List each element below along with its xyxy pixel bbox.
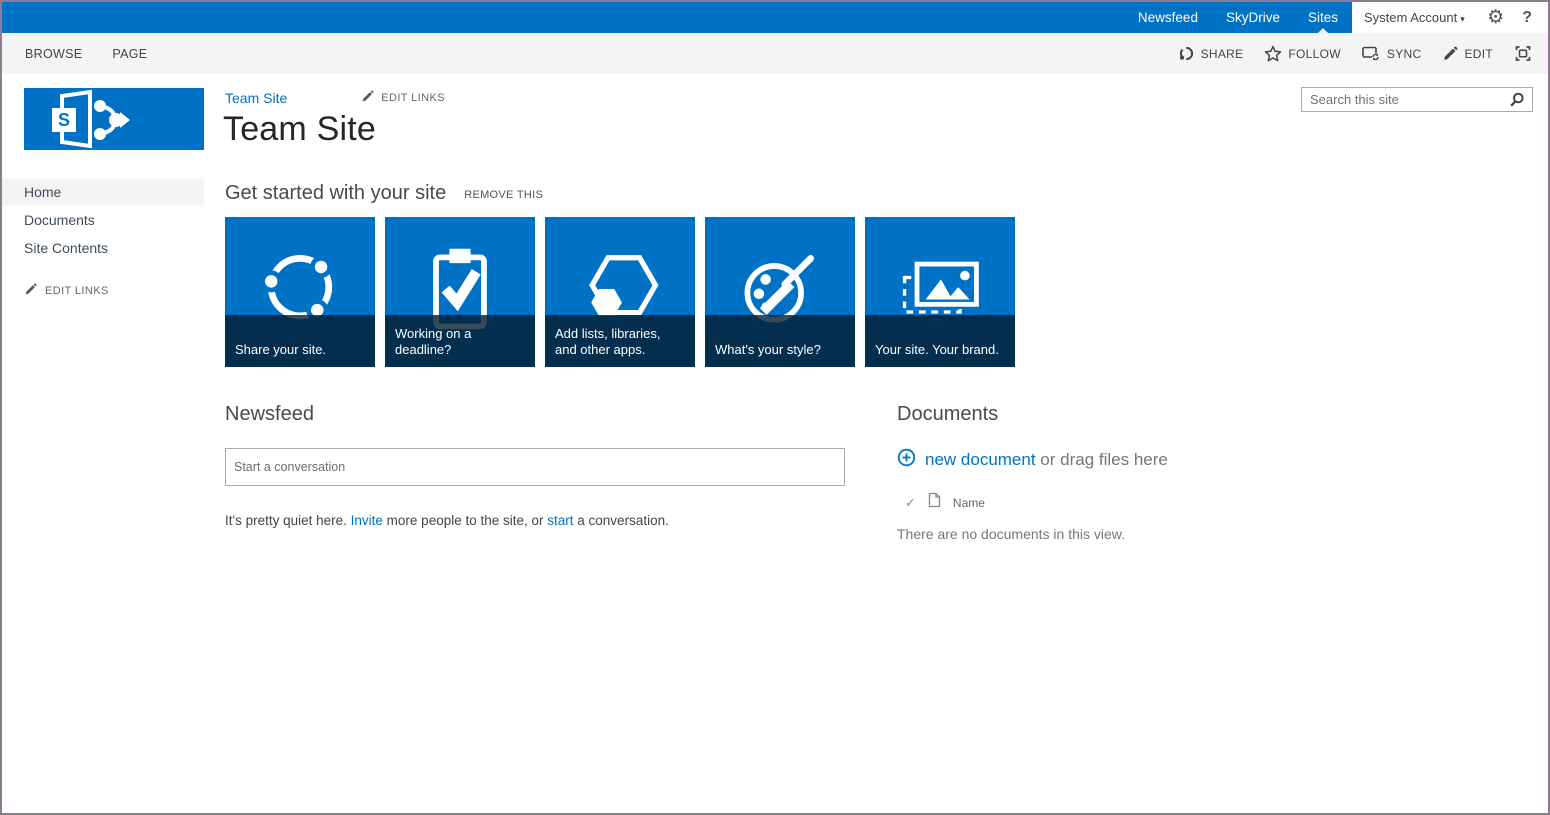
help-icon[interactable]: ?	[1516, 9, 1538, 27]
share-button[interactable]: SHARE	[1178, 45, 1244, 62]
select-all-checkmark-icon[interactable]: ✓	[905, 495, 916, 511]
tile-working-on-deadline[interactable]: Working on a deadline?	[385, 217, 535, 367]
tile-add-apps[interactable]: Add lists, libraries, and other apps.	[545, 217, 695, 367]
tile-deadline-label: Working on a deadline?	[395, 326, 472, 357]
sync-button[interactable]: SYNC	[1362, 46, 1422, 62]
browser-window: Newsfeed SkyDrive Sites System Account ▾ …	[0, 0, 1550, 815]
edit-label: EDIT	[1464, 46, 1493, 61]
sidebar-item-home[interactable]: Home	[2, 179, 204, 205]
new-document-row: new document or drag files here	[897, 448, 1377, 472]
breadcrumb: Team Site EDIT LINKS	[225, 90, 445, 106]
documents-title: Documents	[897, 403, 999, 425]
newsfeed-webpart: Newsfeed It's pretty quiet here. Invite …	[225, 403, 845, 528]
getting-started-tiles: Share your site. Working on a deadline? …	[225, 217, 1015, 367]
sidebar-item-site-contents[interactable]: Site Contents	[2, 235, 204, 261]
tile-your-site-your-brand[interactable]: Your site. Your brand.	[865, 217, 1015, 367]
sidebar-nav: Home Documents Site Contents EDIT LINKS	[2, 179, 204, 299]
documents-webpart: Documents new document or drag files her…	[897, 403, 1377, 542]
tile-caption: Working on a deadline?	[385, 315, 535, 367]
sidebar-edit-links[interactable]: EDIT LINKS	[24, 283, 204, 299]
quiet-text-1: It's pretty quiet here.	[225, 513, 351, 528]
follow-button[interactable]: FOLLOW	[1264, 45, 1341, 62]
sidebar-item-documents[interactable]: Documents	[2, 207, 204, 233]
chevron-down-icon: ▾	[1460, 14, 1465, 24]
invite-link[interactable]: Invite	[351, 513, 383, 528]
circle-plus-icon[interactable]	[897, 448, 916, 472]
quiet-text-3: a conversation.	[573, 513, 669, 528]
edit-button[interactable]: EDIT	[1442, 46, 1493, 62]
getting-started-header: Get started with your site REMOVE THIS	[225, 182, 543, 205]
search-box	[1301, 87, 1533, 112]
suite-links: Newsfeed SkyDrive Sites	[1124, 2, 1352, 33]
top-edit-links-label: EDIT LINKS	[381, 92, 445, 104]
breadcrumb-team-site-link[interactable]: Team Site	[225, 90, 287, 106]
pencil-icon	[361, 90, 374, 106]
pencil-icon	[24, 283, 37, 299]
suite-link-newsfeed[interactable]: Newsfeed	[1124, 2, 1212, 33]
tile-apps-label: Add lists, libraries, and other apps.	[555, 326, 661, 357]
tile-share-label: Share your site.	[235, 342, 327, 357]
tile-brand-label: Your site. Your brand.	[875, 342, 999, 357]
sidebar-item-home-label: Home	[24, 184, 62, 200]
account-menu[interactable]: System Account ▾	[1364, 10, 1479, 25]
sync-label: SYNC	[1386, 46, 1422, 61]
share-label: SHARE	[1200, 46, 1244, 61]
tile-caption: Your site. Your brand.	[865, 315, 1015, 367]
tab-browse[interactable]: BROWSE	[25, 47, 82, 61]
suite-bar-right: System Account ▾ ⚙ ?	[1352, 2, 1548, 33]
page-title: Team Site	[223, 110, 376, 148]
documents-empty-message: There are no documents in this view.	[897, 526, 1126, 542]
start-conversation-link[interactable]: start	[547, 513, 573, 528]
getting-started-title: Get started with your site	[225, 182, 447, 204]
tile-caption: What's your style?	[705, 315, 855, 367]
suite-link-skydrive[interactable]: SkyDrive	[1212, 2, 1294, 33]
account-label: System Account	[1364, 10, 1458, 25]
ribbon-actions: SHARE FOLLOW SYNC EDIT	[1178, 45, 1548, 62]
svg-text:S: S	[58, 110, 70, 130]
suite-bar: Newsfeed SkyDrive Sites System Account ▾ …	[2, 2, 1548, 33]
name-column-header[interactable]: Name	[953, 496, 985, 510]
share-icon	[1178, 45, 1195, 62]
drag-files-text: or drag files here	[1035, 450, 1168, 469]
sidebar-item-site-contents-label: Site Contents	[24, 240, 109, 256]
suite-link-skydrive-label: SkyDrive	[1225, 10, 1280, 25]
quiet-text-2: more people to the site, or	[382, 513, 548, 528]
conversation-box	[225, 448, 845, 486]
suite-link-sites[interactable]: Sites	[1294, 2, 1352, 33]
gear-icon[interactable]: ⚙	[1483, 8, 1512, 27]
tile-caption: Add lists, libraries, and other apps.	[545, 315, 695, 367]
tab-page[interactable]: PAGE	[112, 47, 147, 61]
newsfeed-title: Newsfeed	[225, 403, 314, 425]
tile-share-your-site[interactable]: Share your site.	[225, 217, 375, 367]
new-document-link[interactable]: new document	[925, 450, 1036, 469]
star-icon	[1264, 45, 1282, 62]
top-edit-links[interactable]: EDIT LINKS	[361, 90, 445, 106]
tile-whats-your-style[interactable]: What's your style?	[705, 217, 855, 367]
suite-bar-spacer	[2, 2, 1124, 33]
remove-this-link[interactable]: REMOVE THIS	[464, 189, 543, 201]
follow-label: FOLLOW	[1288, 46, 1341, 61]
newsfeed-empty-message: It's pretty quiet here. Invite more peop…	[225, 513, 845, 528]
ribbon-bar: BROWSE PAGE SHARE FOLLOW SYNC EDIT	[2, 33, 1548, 74]
suite-link-newsfeed-label: Newsfeed	[1137, 10, 1198, 25]
pencil-icon	[1442, 46, 1458, 62]
sidebar-item-documents-label: Documents	[24, 212, 95, 228]
tile-style-label: What's your style?	[715, 342, 821, 357]
suite-link-sites-label: Sites	[1307, 10, 1338, 25]
focus-mode-button[interactable]	[1514, 45, 1532, 62]
start-conversation-input[interactable]	[226, 449, 844, 485]
search-input[interactable]	[1302, 92, 1507, 107]
focus-mode-icon	[1514, 45, 1532, 62]
search-icon[interactable]	[1507, 92, 1532, 108]
documents-list-header: ✓ Name	[897, 492, 1377, 513]
sync-icon	[1362, 46, 1381, 62]
tile-caption: Share your site.	[225, 315, 375, 367]
ribbon-tabs: BROWSE PAGE	[2, 47, 147, 61]
sharepoint-logo[interactable]: S	[24, 88, 204, 150]
document-type-icon[interactable]	[928, 492, 941, 513]
sidebar-edit-links-label: EDIT LINKS	[45, 285, 109, 297]
